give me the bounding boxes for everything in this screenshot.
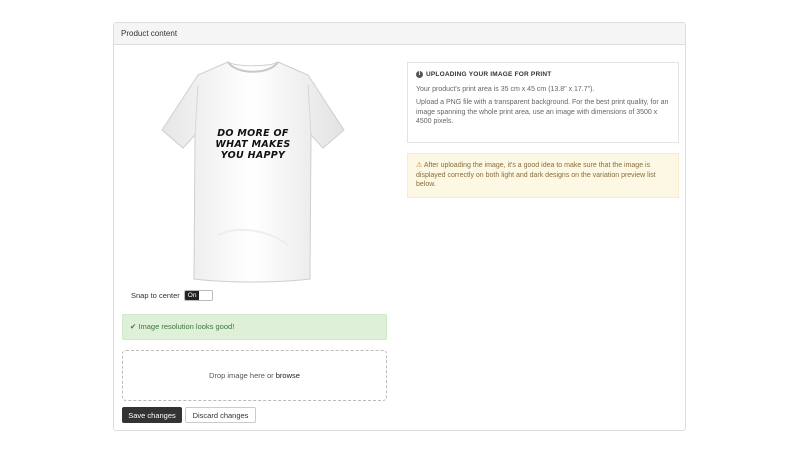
warning-text: After uploading the image, it's a good i…	[416, 162, 656, 188]
snap-toggle[interactable]: On	[183, 290, 213, 301]
product-content-panel: Product content DO MORE OF WHAT MAKES YO…	[113, 22, 686, 431]
info-title-text: Uploading your image for print	[426, 71, 552, 78]
tshirt-preview: DO MORE OF WHAT MAKES YOU HAPPY	[158, 55, 348, 285]
upload-instructions: Upload a PNG file with a transparent bac…	[416, 99, 669, 125]
image-dropzone[interactable]: Drop image here or browse	[122, 350, 387, 401]
info-title: i Uploading your image for print	[416, 70, 670, 80]
browse-link[interactable]: browse	[276, 371, 300, 380]
print-line: YOU HAPPY	[220, 150, 286, 161]
warning-alert: ⚠ After uploading the image, it's a good…	[407, 153, 679, 198]
check-icon: ✔	[130, 322, 137, 331]
tshirt-image	[161, 61, 345, 283]
print-line: DO MORE OF	[217, 128, 289, 139]
save-button[interactable]: Save changes	[122, 407, 182, 423]
warning-icon: ⚠	[416, 162, 423, 169]
print-design-text: DO MORE OF WHAT MAKES YOU HAPPY	[158, 128, 348, 161]
upload-info-box: i Uploading your image for print Your pr…	[407, 62, 679, 143]
panel-title: Product content	[114, 23, 685, 45]
snap-to-center-row: Snap to center On	[131, 290, 213, 301]
discard-button[interactable]: Discard changes	[185, 407, 256, 423]
toggle-knob	[199, 291, 212, 300]
snap-label: Snap to center	[131, 291, 180, 300]
print-area-text: Your product's print area is 35 cm x 45 …	[416, 85, 595, 93]
dropzone-text: Drop image here or	[209, 371, 276, 380]
toggle-on-label: On	[184, 291, 200, 300]
resolution-status-alert: ✔ Image resolution looks good!	[122, 314, 387, 340]
status-message: Image resolution looks good!	[138, 322, 235, 331]
info-icon: i	[416, 71, 423, 79]
print-line: WHAT MAKES	[215, 139, 291, 150]
